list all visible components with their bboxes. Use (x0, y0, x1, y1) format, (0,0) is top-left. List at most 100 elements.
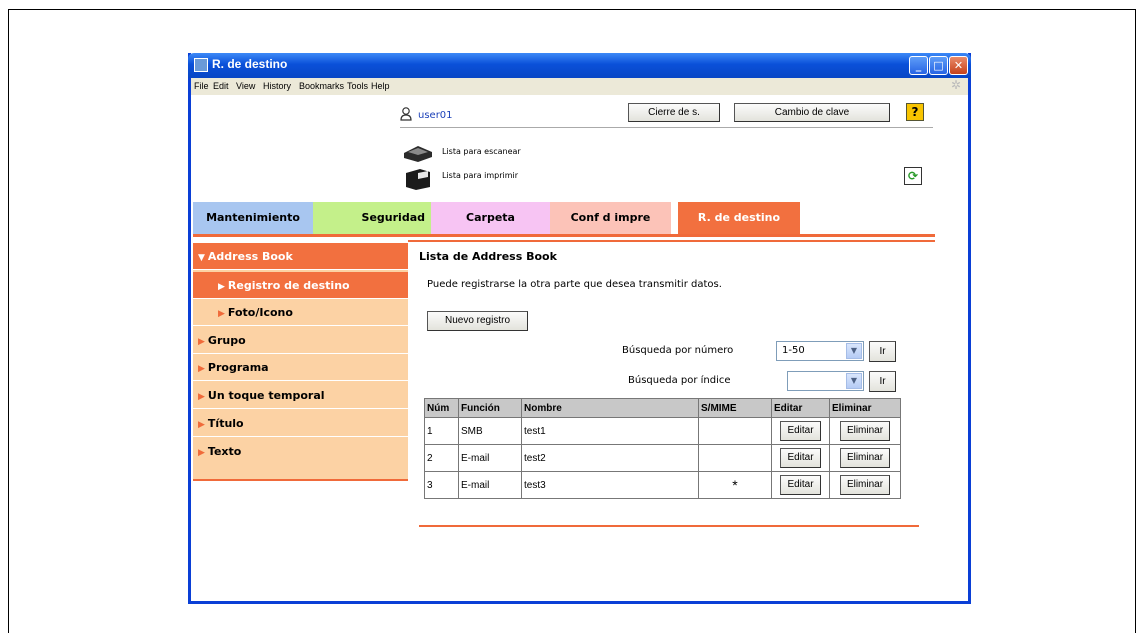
arrow-right-icon: ▶ (198, 420, 205, 430)
sidebar-item-label: Grupo (207, 334, 246, 347)
search-number-value: 1-50 (782, 345, 805, 356)
address-book-table: Núm Función Nombre S/MIME Editar Elimina… (424, 398, 901, 499)
expanded-arrow-icon: ▼ (198, 253, 205, 263)
minimize-button[interactable]: _ (909, 56, 928, 75)
content-topline (408, 240, 935, 242)
delete-button[interactable]: Eliminar (839, 475, 891, 495)
cell-nombre: test2 (521, 444, 699, 472)
menu-edit[interactable]: Edit (213, 81, 229, 91)
table-row: 2 E-mail test2 Editar Eliminar (424, 444, 901, 472)
printer-icon (406, 169, 430, 190)
cell-funcion: SMB (458, 417, 522, 445)
sidebar: ▼ Address Book ▶ Registro de destino ▶ Foto… (193, 243, 408, 480)
throbber-icon: ✲ (951, 78, 962, 92)
menu-view[interactable]: View (236, 81, 255, 91)
cell-funcion: E-mail (458, 444, 522, 472)
title-bar: R. de destino _ □ ✕ (188, 53, 971, 78)
edit-button[interactable]: Editar (780, 421, 821, 441)
sidebar-item-un-toque-temporal[interactable]: ▶ Un toque temporal (193, 382, 408, 409)
cell-nombre: test3 (521, 471, 699, 499)
sidebar-item-label: Address Book (207, 250, 293, 263)
arrow-right-icon: ▶ (198, 364, 205, 374)
delete-button[interactable]: Eliminar (839, 448, 891, 468)
tab-underline (193, 234, 935, 237)
search-index-label: Búsqueda por índice (628, 375, 731, 386)
go-index-button[interactable]: Ir (869, 371, 896, 392)
chevron-down-icon[interactable]: ▼ (846, 373, 862, 389)
edit-button[interactable]: Editar (780, 475, 821, 495)
cell-smime (698, 417, 772, 445)
cell-nombre: test1 (521, 417, 699, 445)
sidebar-item-label: Un toque temporal (207, 389, 325, 402)
sidebar-item-label: Programa (207, 361, 269, 374)
sidebar-item-label: Foto/Icono (227, 306, 293, 319)
tab-carpeta[interactable]: Carpeta (431, 202, 550, 234)
sidebar-item-programa[interactable]: ▶ Programa (193, 354, 408, 381)
user-icon (400, 107, 412, 121)
col-nombre: Nombre (521, 398, 699, 418)
chevron-down-icon[interactable]: ▼ (846, 343, 862, 359)
search-number-select[interactable]: 1-50 ▼ (776, 341, 864, 361)
cell-smime: * (698, 471, 772, 499)
app-icon (194, 58, 208, 72)
maximize-button[interactable]: □ (929, 56, 948, 75)
col-editar: Editar (771, 398, 830, 418)
sidebar-bottom-line (193, 479, 408, 481)
col-smime: S/MIME (698, 398, 772, 418)
tab-seguridad[interactable]: Seguridad (313, 202, 431, 234)
table-row: 3 E-mail test3 * Editar Eliminar (424, 471, 901, 499)
sidebar-item-registro-de-destino[interactable]: ▶ Registro de destino (193, 272, 408, 299)
sidebar-item-label: Título (207, 417, 244, 430)
menu-tools[interactable]: Tools (347, 81, 368, 91)
search-index-select[interactable]: ▼ (787, 371, 864, 391)
sidebar-item-titulo[interactable]: ▶ Título (193, 410, 408, 437)
cell-num: 2 (424, 444, 459, 472)
sidebar-item-foto-icono[interactable]: ▶ Foto/Icono (193, 299, 408, 326)
table-row: 1 SMB test1 Editar Eliminar (424, 417, 901, 445)
page-title: Lista de Address Book (419, 250, 557, 263)
sidebar-item-grupo[interactable]: ▶ Grupo (193, 327, 408, 354)
arrow-right-icon: ▶ (218, 309, 225, 319)
help-button[interactable]: ? (906, 103, 924, 121)
close-button[interactable]: ✕ (949, 56, 968, 75)
tab-r-de-destino[interactable]: R. de destino (678, 202, 800, 234)
table-header-row: Núm Función Nombre S/MIME Editar Elimina… (424, 398, 901, 418)
logout-button[interactable]: Cierre de s. (628, 103, 720, 122)
edit-button[interactable]: Editar (780, 448, 821, 468)
scan-status-text: Lista para escanear (442, 147, 521, 156)
sidebar-item-label: Texto (207, 445, 242, 458)
menu-bookmarks[interactable]: Bookmarks (299, 81, 344, 91)
menu-help[interactable]: Help (371, 81, 390, 91)
sidebar-item-label: Registro de destino (227, 279, 350, 292)
change-password-button[interactable]: Cambio de clave (734, 103, 890, 122)
cell-funcion: E-mail (458, 471, 522, 499)
sidebar-item-address-book[interactable]: ▼ Address Book (193, 243, 408, 270)
delete-button[interactable]: Eliminar (839, 421, 891, 441)
refresh-button[interactable]: ⟳ (904, 167, 922, 185)
content-bottom-line (419, 525, 919, 527)
user-name[interactable]: user01 (418, 110, 453, 121)
menu-file[interactable]: File (194, 81, 209, 91)
sidebar-item-texto[interactable]: ▶ Texto (193, 438, 408, 465)
tab-mantenimiento[interactable]: Mantenimiento (193, 202, 313, 234)
header-divider (400, 127, 933, 128)
new-registration-button[interactable]: Nuevo registro (427, 311, 528, 331)
search-number-label: Búsqueda por número (622, 345, 734, 356)
arrow-right-icon: ▶ (198, 337, 205, 347)
arrow-right-icon: ▶ (198, 448, 205, 458)
col-num: Núm (424, 398, 459, 418)
cell-smime (698, 444, 772, 472)
cell-num: 1 (424, 417, 459, 445)
page-description: Puede registrarse la otra parte que dese… (427, 279, 722, 290)
tab-conf-impre[interactable]: Conf d impre (550, 202, 671, 234)
col-funcion: Función (458, 398, 522, 418)
menu-bar: File Edit View History Bookmarks Tools H… (191, 78, 968, 95)
cell-num: 3 (424, 471, 459, 499)
go-number-button[interactable]: Ir (869, 341, 896, 362)
print-status-text: Lista para imprimir (442, 171, 519, 180)
window-title: R. de destino (212, 57, 288, 71)
arrow-right-icon: ▶ (198, 392, 205, 402)
scanner-icon (404, 146, 432, 162)
menu-history[interactable]: History (263, 81, 291, 91)
col-eliminar: Eliminar (829, 398, 901, 418)
